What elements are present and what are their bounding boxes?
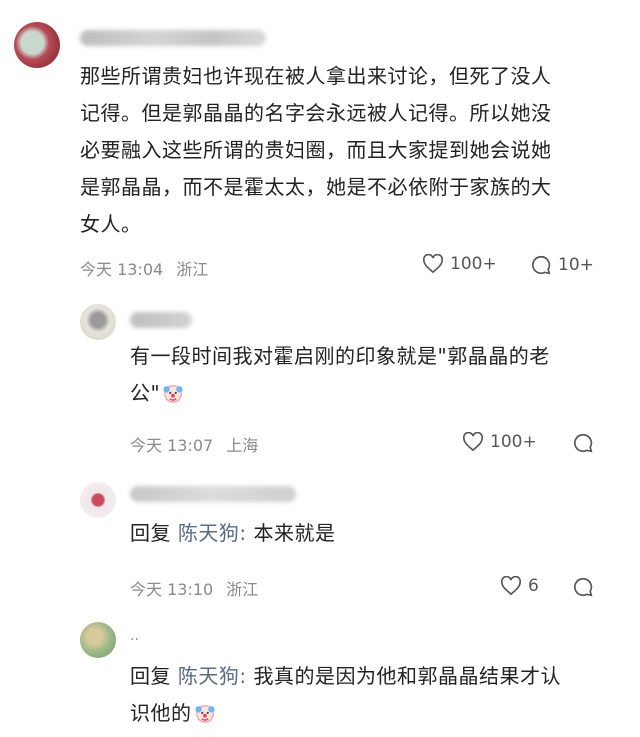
reply-count-button[interactable]: 10+ bbox=[530, 254, 594, 276]
username[interactable] bbox=[130, 312, 192, 328]
like-count: 100+ bbox=[450, 254, 497, 274]
avatar[interactable] bbox=[80, 482, 116, 518]
comment-bubble-icon bbox=[532, 255, 551, 275]
reply-text: 有一段时间我对霍启刚的印象就是"郭晶晶的老 公" bbox=[130, 338, 610, 412]
comment-meta: 今天 13:04 浙江 bbox=[80, 256, 216, 280]
timestamp: 今天 13:07 bbox=[130, 436, 214, 455]
reply-text-line: 有一段时间我对霍启刚的印象就是"郭晶晶的老 bbox=[130, 344, 550, 368]
reply-target-user[interactable]: 陈天狗: bbox=[178, 664, 247, 688]
reply-button[interactable] bbox=[572, 576, 594, 598]
reply-text-line: 公" bbox=[130, 375, 610, 412]
username[interactable] bbox=[130, 486, 296, 502]
reply-meta: 今天 13:07 上海 bbox=[130, 432, 266, 456]
reply-button[interactable] bbox=[572, 432, 594, 454]
location: 上海 bbox=[226, 436, 259, 455]
heart-icon bbox=[500, 576, 522, 596]
comment-text: 那些所谓贵妇也许现在被人拿出来讨论，但死了没人 记得。但是郭晶晶的名字会永远被人… bbox=[80, 58, 620, 243]
reply-label: 回复 bbox=[130, 521, 171, 545]
reply-text: 回复 陈天狗: 本来就是 bbox=[130, 515, 610, 552]
clown-face-emoji bbox=[163, 385, 183, 403]
comment-text-line: 是郭晶晶，而不是霍太太，她是不必依附于家族的大 bbox=[80, 175, 552, 199]
comment-text-line: 记得。但是郭晶晶的名字会永远被人记得。所以她没 bbox=[80, 101, 552, 125]
reply-text: 回复 陈天狗: 我真的是因为他和郭晶晶结果才认 识他的 bbox=[130, 658, 610, 732]
username[interactable] bbox=[80, 30, 266, 46]
timestamp: 今天 13:04 bbox=[80, 260, 164, 279]
location: 浙江 bbox=[226, 580, 259, 599]
like-count: 6 bbox=[528, 576, 539, 596]
like-button[interactable]: 6 bbox=[500, 576, 539, 596]
reply-target-user[interactable]: 陈天狗: bbox=[178, 521, 247, 545]
like-button[interactable]: 100+ bbox=[462, 432, 537, 452]
reply-count: 10+ bbox=[558, 255, 594, 275]
like-count: 100+ bbox=[490, 432, 537, 452]
like-button[interactable]: 100+ bbox=[422, 254, 497, 274]
reply-text-line: 回复 陈天狗: 我真的是因为他和郭晶晶结果才认 bbox=[130, 658, 610, 695]
reply-content: 本来就是 bbox=[253, 521, 336, 545]
avatar[interactable] bbox=[80, 304, 116, 340]
heart-icon bbox=[462, 432, 484, 452]
comment-bubble-icon bbox=[574, 433, 593, 453]
reply-text-line: 识他的 bbox=[130, 695, 610, 732]
reply-meta: 今天 13:10 浙江 bbox=[130, 576, 266, 600]
comment-bubble-icon bbox=[574, 577, 593, 597]
username[interactable]: .. bbox=[130, 628, 139, 644]
heart-icon bbox=[422, 254, 444, 274]
comment-text-line: 必要融入这些所谓的贵妇圈，而且大家提到她会说她 bbox=[80, 138, 552, 162]
reply-label: 回复 bbox=[130, 664, 171, 688]
location: 浙江 bbox=[176, 260, 209, 279]
avatar[interactable] bbox=[80, 622, 116, 658]
timestamp: 今天 13:10 bbox=[130, 580, 214, 599]
clown-face-emoji bbox=[194, 705, 215, 723]
reply-content: 我真的是因为他和郭晶晶结果才认 bbox=[253, 664, 561, 688]
comment-text-line: 那些所谓贵妇也许现在被人拿出来讨论，但死了没人 bbox=[80, 64, 552, 88]
avatar[interactable] bbox=[14, 22, 60, 68]
comment-text-line: 女人。 bbox=[80, 212, 142, 236]
